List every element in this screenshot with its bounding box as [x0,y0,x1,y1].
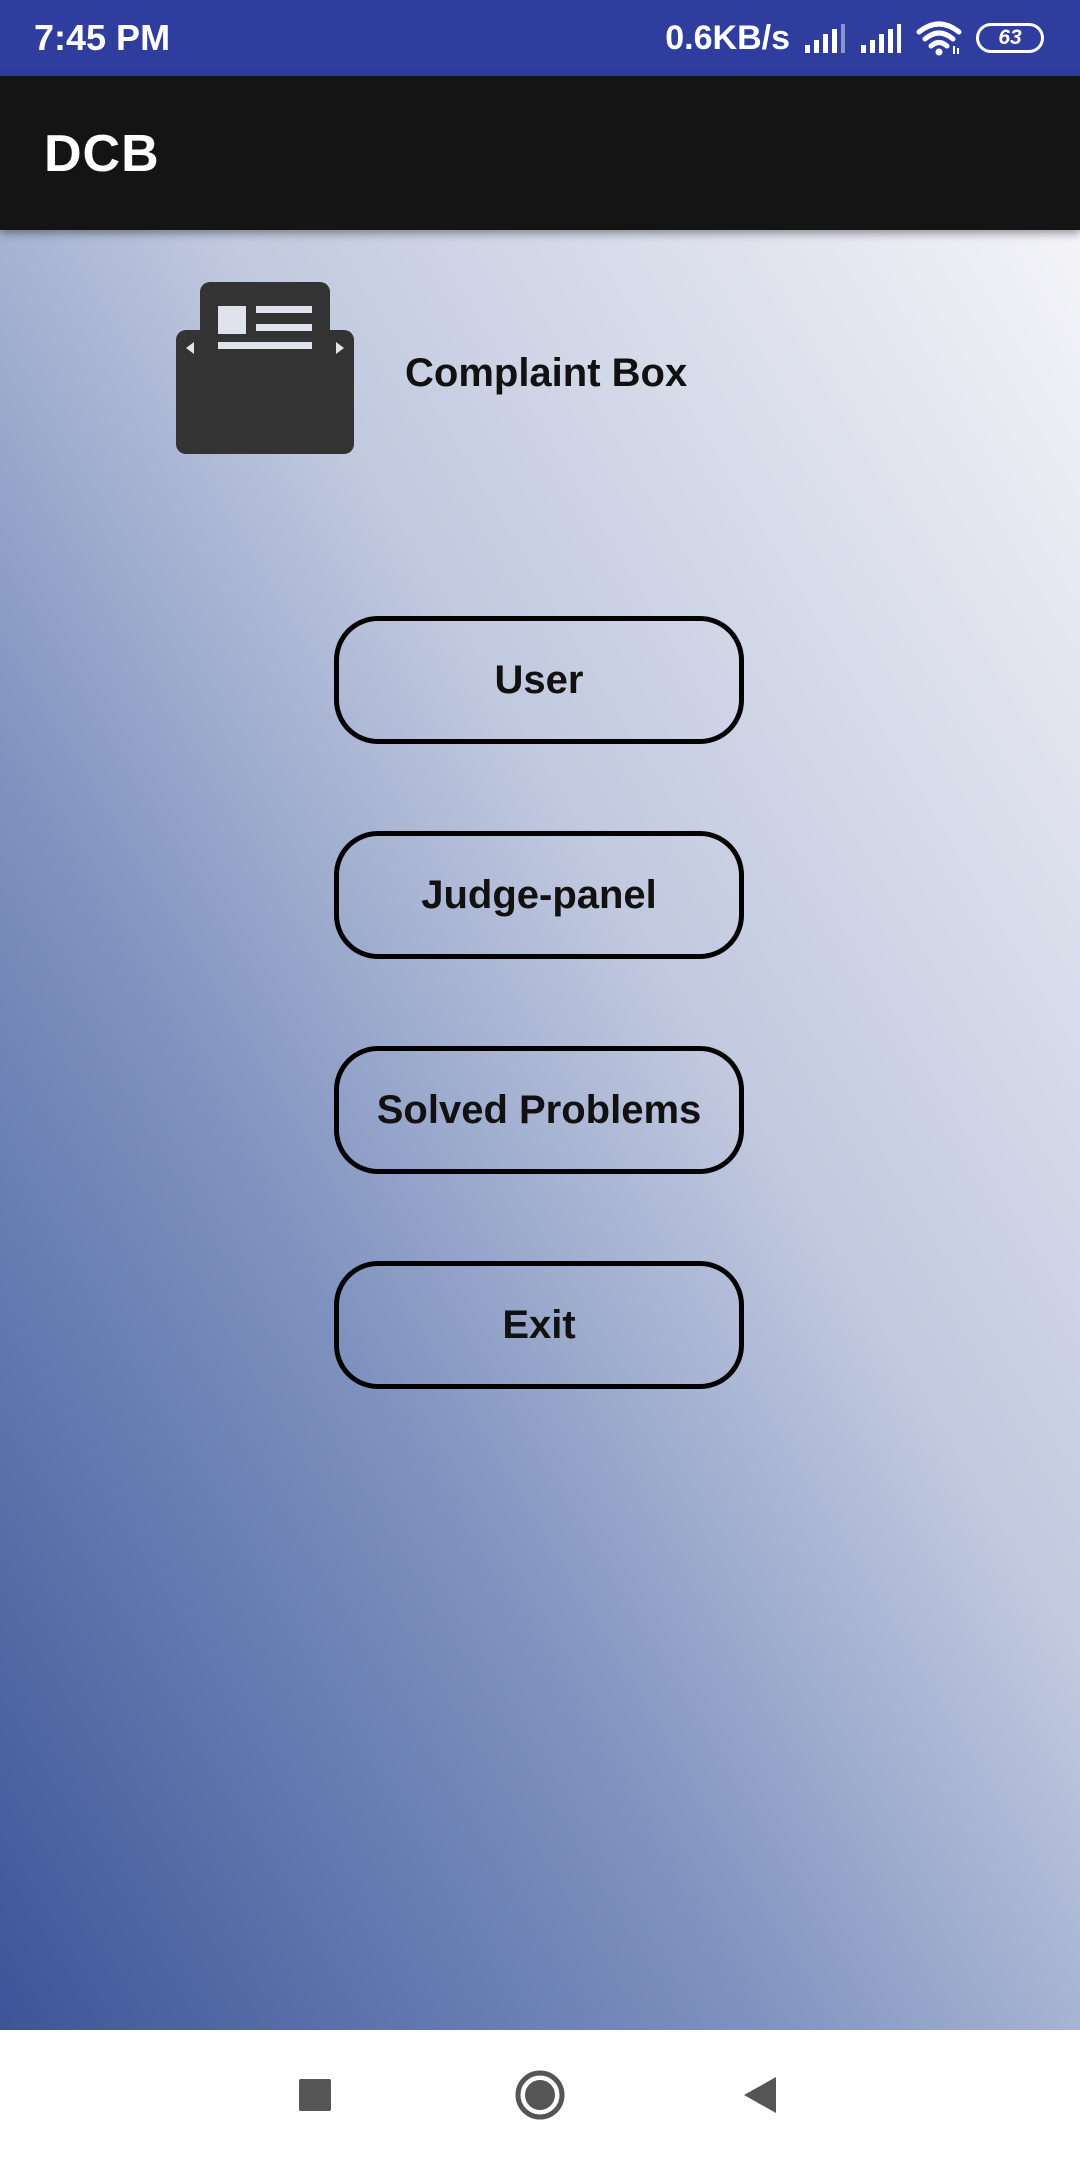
exit-button[interactable]: Exit [334,1261,744,1389]
status-bar: 7:45 PM 0.6KB/s 63 [0,0,1080,76]
home-circle-icon[interactable] [505,2060,575,2130]
screen: 7:45 PM 0.6KB/s 63 DCB Complaint Box Use… [0,0,1080,2160]
status-icons: 0.6KB/s 63 [665,14,1044,62]
recents-square-icon[interactable] [280,2060,350,2130]
header-row: Complaint Box [0,230,1080,470]
battery-level: 63 [998,26,1022,49]
user-button[interactable]: User [334,616,744,744]
main-content: Complaint Box User Judge-panel Solved Pr… [0,230,1080,2030]
signal-strength-icon [804,23,846,53]
status-time: 7:45 PM [34,17,171,58]
back-triangle-icon[interactable] [725,2060,795,2130]
judge-panel-button[interactable]: Judge-panel [334,831,744,959]
wifi-icon [916,20,962,56]
signal-strength-2-icon [860,23,902,53]
complaint-box-label: Complaint Box [405,351,688,395]
newspaper-envelope-icon [176,282,354,454]
network-speed: 0.6KB/s [665,19,790,57]
battery-icon: 63 [976,23,1044,53]
app-bar: DCB [0,76,1080,230]
solved-problems-button[interactable]: Solved Problems [334,1046,744,1174]
navigation-bar [0,2030,1080,2160]
app-title: DCB [44,125,160,183]
